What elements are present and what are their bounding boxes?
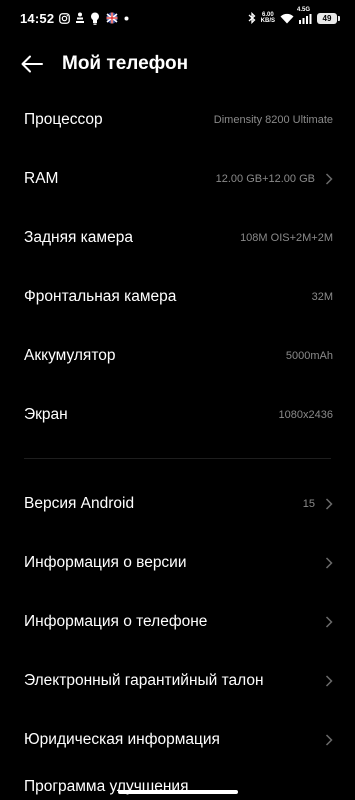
network-speed-unit: KB/S [260,18,275,24]
spec-value: 1080x2436 [278,408,333,421]
spec-label: Процессор [24,110,103,128]
menu-item-warranty-card[interactable]: Электронный гарантийный талон [0,651,355,710]
flag-icon [105,12,119,24]
spec-value: 108M OIS+2M+2M [240,231,333,244]
spec-row-screen[interactable]: Экран 1080x2436 [0,385,355,444]
spec-row-ram[interactable]: RAM 12.00 GB+12.00 GB [0,149,355,208]
bluetooth-icon [248,12,256,24]
menu-label: Юридическая информация [24,730,220,748]
spec-value: Dimensity 8200 Ultimate [213,113,333,126]
spec-row-processor[interactable]: Процессор Dimensity 8200 Ultimate [0,90,355,149]
battery-indicator: 49 [317,12,340,24]
spec-value: 32M [311,290,333,303]
menu-label: Информация о телефоне [24,612,208,630]
chevron-right-icon [325,556,333,569]
menu-label: Электронный гарантийный талон [24,671,264,689]
menu-item-android-version[interactable]: Версия Android 15 [0,474,355,533]
header: Мой телефон [0,44,355,84]
network-type: 4.5G [297,6,311,13]
home-indicator[interactable] [117,790,238,794]
spec-row-front-camera[interactable]: Фронтальная камера 32M [0,267,355,326]
chevron-right-icon [325,497,333,510]
spec-label: Экран [24,405,68,423]
settings-list: Процессор Dimensity 8200 Ultimate RAM 12… [0,90,355,769]
back-button[interactable] [2,44,62,84]
usb-debug-icon [75,12,85,24]
cellular-signal: 4.5G [297,7,312,24]
spec-row-battery[interactable]: Аккумулятор 5000mAh [0,326,355,385]
page-title: Мой телефон [62,53,189,74]
instagram-icon [59,12,71,24]
spec-row-rear-camera[interactable]: Задняя камера 108M OIS+2M+2M [0,208,355,267]
chevron-right-icon [325,172,333,185]
wifi-icon [280,13,294,24]
menu-item-legal-info[interactable]: Юридическая информация [0,710,355,769]
spec-value: 5000mAh [285,349,333,362]
lightbulb-icon [90,12,100,25]
status-bar: 14:52 6.00 KB/S 4.5G 49 [0,0,355,36]
spec-label: Аккумулятор [24,346,116,364]
chevron-right-icon [325,733,333,746]
network-speed: 6.00 KB/S [261,12,275,24]
menu-item-version-info[interactable]: Информация о версии [0,533,355,592]
menu-label: Информация о версии [24,553,187,571]
menu-value: 15 [302,497,315,510]
section-divider [24,458,331,459]
spec-label: Фронтальная камера [24,287,177,305]
spec-label: RAM [24,169,59,187]
menu-label: Версия Android [24,494,135,512]
back-arrow-icon [21,55,43,73]
spec-label: Задняя камера [24,228,133,246]
dot-icon [124,16,129,21]
chevron-right-icon [325,615,333,628]
chevron-right-icon [325,674,333,687]
menu-item-phone-info[interactable]: Информация о телефоне [0,592,355,651]
status-time: 14:52 [20,10,55,26]
spec-value: 12.00 GB+12.00 GB [215,172,315,185]
